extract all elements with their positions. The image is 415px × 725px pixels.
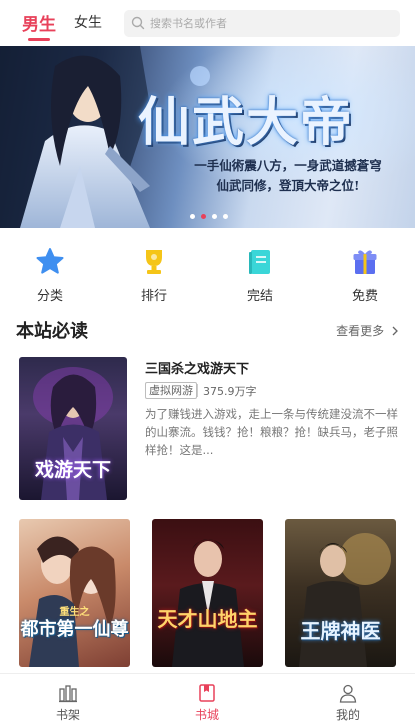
book-cover-2[interactable]: 天才山地主 [152, 519, 263, 667]
nav-free-label: 免费 [351, 289, 378, 304]
nav-ranking-label: 排行 [140, 289, 167, 304]
cover-art [299, 533, 391, 667]
view-more-label: 查看更多 [336, 324, 385, 338]
nav-category-label: 分类 [36, 289, 63, 304]
banner-dot[interactable] [190, 214, 195, 219]
bottom-nav-bookshelf[interactable]: 书架 [23, 674, 113, 725]
book-cover-3-title: 王牌神医 [300, 619, 381, 643]
star-icon [36, 248, 64, 274]
nav-completed-label: 完结 [246, 289, 273, 304]
search-box[interactable] [124, 10, 400, 37]
banner-dot-active[interactable] [201, 214, 206, 219]
tab-male[interactable]: 男生 [22, 10, 56, 35]
banner-tagline-line1: 一手仙術震八方，一身武道撼蒼穹 [194, 158, 382, 173]
featured-book-cover[interactable]: 戏游天下 [19, 357, 127, 500]
search-icon [131, 16, 145, 30]
featured-cover-title: 戏游天下 [34, 459, 111, 481]
featured-book-description: 为了赚钱进入游戏，走上一条与传统建没流不一样的山寨流。钱钱？抢！粮粮？抢！缺兵马… [145, 407, 398, 457]
chevron-right-icon [392, 326, 398, 336]
bottom-nav: 书架 书城 我的 [0, 673, 415, 725]
banner-dot[interactable] [212, 214, 217, 219]
banner-tagline: 一手仙術震八方，一身武道撼蒼穹 仙武同修，登頂大帝之位! [168, 156, 408, 196]
bottom-nav-profile-label: 我的 [335, 708, 360, 722]
bookstore-icon [199, 684, 215, 702]
featured-book-title[interactable]: 三国杀之戏游天下 [145, 358, 249, 377]
top-header: 男生 女生 [0, 0, 415, 46]
gift-icon [353, 250, 377, 274]
book-cover-2-title: 天才山地主 [157, 607, 258, 631]
genre-tag: 虚拟网游 [145, 382, 197, 399]
bottom-nav-bookstore-label: 书城 [194, 708, 219, 722]
book-icon [249, 250, 270, 274]
tab-female[interactable]: 女生 [74, 12, 102, 32]
search-input[interactable] [150, 10, 390, 37]
view-more-link[interactable]: 查看更多 [336, 322, 399, 339]
bottom-nav-bookshelf-label: 书架 [55, 708, 80, 722]
bookshelf-icon [59, 685, 77, 703]
meta-divider [197, 384, 198, 397]
trophy-icon [146, 250, 162, 274]
word-count: 375.9万字 [203, 385, 257, 398]
book-cover-1[interactable]: 重生之 都市第一仙尊 [19, 519, 130, 667]
book-cover-1-title: 都市第一仙尊 [20, 619, 129, 640]
profile-icon [339, 684, 357, 703]
promo-banner[interactable]: 仙武大帝 一手仙術震八方，一身武道撼蒼穹 仙武同修，登頂大帝之位! [0, 46, 415, 228]
book-cover-3[interactable]: 王牌神医 [285, 519, 396, 667]
cover-art [29, 536, 116, 667]
bottom-nav-profile[interactable]: 我的 [303, 674, 393, 725]
active-tab-indicator [28, 38, 50, 41]
cover-art [172, 539, 244, 667]
section-title: 本站必读 [16, 321, 88, 342]
bottom-nav-bookstore[interactable]: 书城 [162, 674, 252, 725]
banner-tagline-line2: 仙武同修，登頂大帝之位! [216, 178, 360, 193]
banner-title: 仙武大帝 [138, 92, 355, 153]
banner-dot[interactable] [223, 214, 228, 219]
